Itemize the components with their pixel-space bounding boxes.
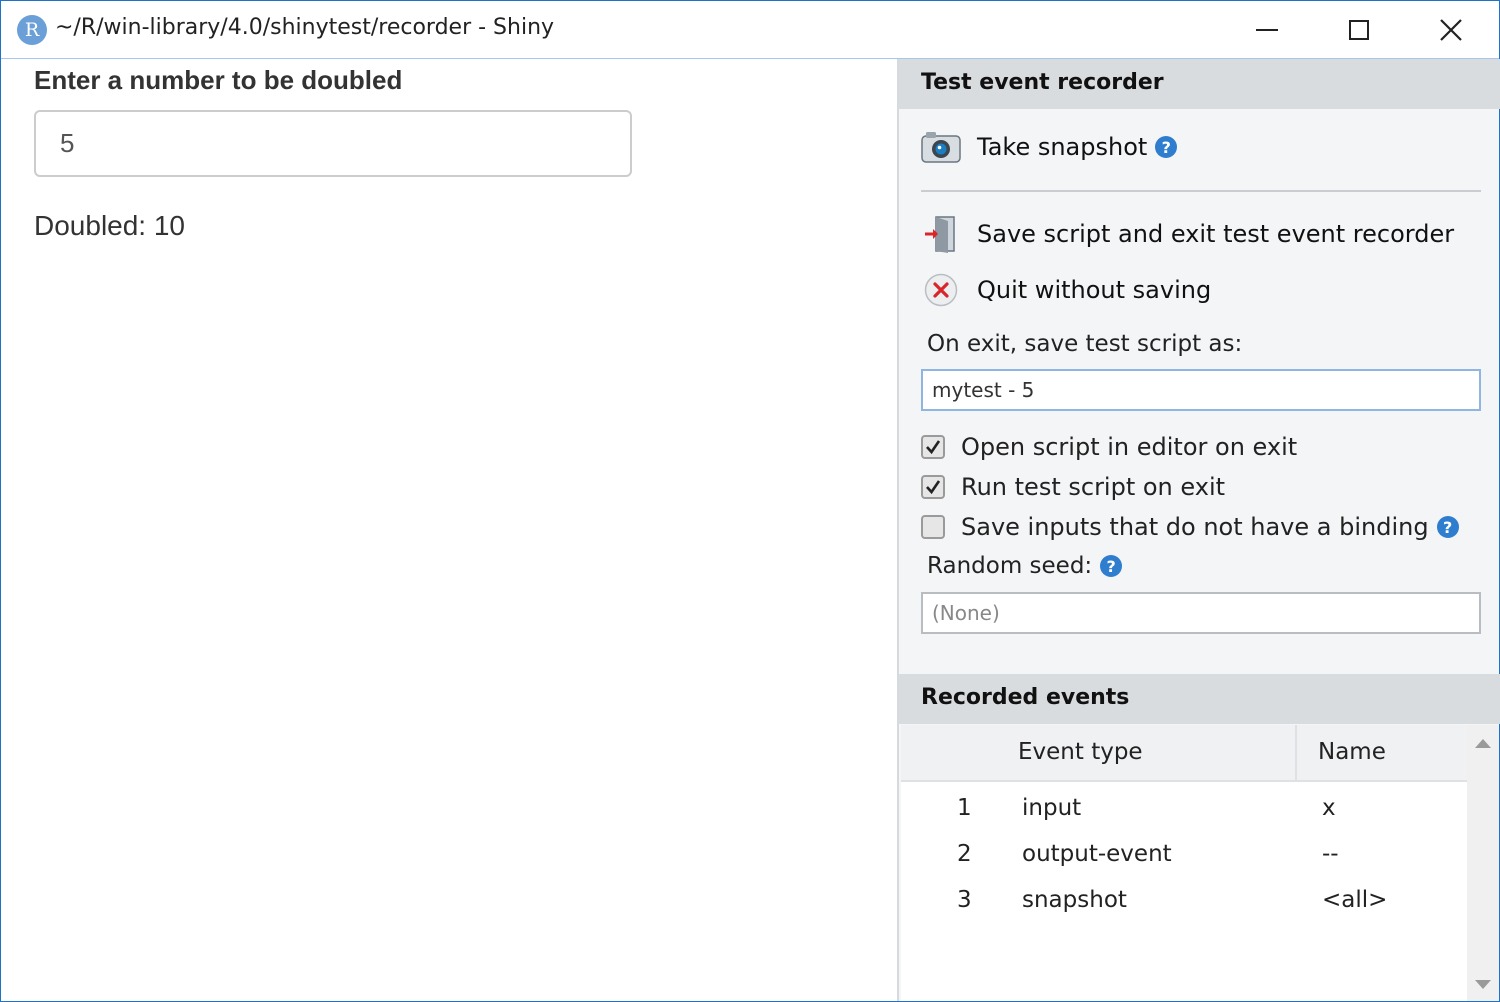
events-table: Event type Name 1 input x 2 output-event… <box>901 725 1467 1001</box>
row-number: 2 <box>957 841 972 867</box>
save-exit-label: Save script and exit test event recorder <box>977 220 1455 248</box>
column-header-name[interactable]: Name <box>1318 739 1386 765</box>
row-number: 1 <box>957 795 972 821</box>
close-icon <box>1440 19 1462 41</box>
quit-button[interactable]: Quit without saving <box>921 270 1211 310</box>
take-snapshot-label: Take snapshot <box>977 133 1148 161</box>
recorder-panel: Test event recorder Take snapshot ? Save… <box>897 59 1500 1001</box>
column-divider[interactable] <box>1295 725 1297 782</box>
quit-label: Quit without saving <box>977 276 1212 304</box>
events-scrollbar[interactable] <box>1467 725 1499 1001</box>
event-name-cell: <all> <box>1322 887 1388 913</box>
minimize-button[interactable] <box>1221 5 1313 55</box>
checkbox-save-unbound-inputs[interactable]: Save inputs that do not have a binding ? <box>921 513 1459 541</box>
number-input[interactable] <box>34 110 632 177</box>
event-type-cell: snapshot <box>1022 887 1127 913</box>
table-row[interactable]: 3 snapshot <all> <box>901 879 1467 925</box>
event-name-cell: x <box>1322 795 1336 821</box>
scroll-up-icon[interactable] <box>1475 739 1491 748</box>
random-seed-label: Random seed: ? <box>927 553 1123 579</box>
take-snapshot-button[interactable]: Take snapshot ? <box>921 127 1178 167</box>
script-name-input[interactable] <box>921 369 1481 411</box>
random-seed-text: Random seed: <box>927 553 1093 579</box>
maximize-icon <box>1349 20 1369 40</box>
checkbox-run-test[interactable]: Run test script on exit <box>921 473 1225 501</box>
checkmark-icon <box>926 440 941 455</box>
table-row[interactable]: 2 output-event -- <box>901 833 1467 879</box>
red-x-icon <box>921 270 961 310</box>
divider <box>921 190 1481 192</box>
checkmark-icon <box>926 480 941 495</box>
save-exit-button[interactable]: Save script and exit test event recorder <box>921 214 1454 254</box>
checkbox-label: Run test script on exit <box>961 473 1226 501</box>
maximize-button[interactable] <box>1313 5 1405 55</box>
row-number: 3 <box>957 887 972 913</box>
checkbox-open-editor[interactable]: Open script in editor on exit <box>921 433 1297 461</box>
scroll-down-icon[interactable] <box>1475 980 1491 989</box>
checkbox-label: Open script in editor on exit <box>961 433 1298 461</box>
recorded-events-title: Recorded events <box>921 685 1130 710</box>
save-as-label: On exit, save test script as: <box>927 331 1243 357</box>
app-main-area: Enter a number to be doubled Doubled: 10 <box>1 59 897 1001</box>
recorder-title: Test event recorder <box>921 70 1164 95</box>
checkbox[interactable] <box>921 515 945 539</box>
close-window-button[interactable] <box>1405 5 1497 55</box>
minimize-icon <box>1256 29 1278 31</box>
table-row[interactable]: 1 input x <box>901 787 1467 833</box>
camera-icon <box>921 127 961 167</box>
event-type-cell: output-event <box>1022 841 1172 867</box>
random-seed-input[interactable] <box>921 592 1481 634</box>
recorded-events-header: Recorded events <box>899 674 1500 724</box>
doubled-output: Doubled: 10 <box>34 210 186 241</box>
help-icon[interactable]: ? <box>1100 555 1123 577</box>
help-icon[interactable]: ? <box>1436 516 1459 538</box>
checkbox[interactable] <box>921 475 945 499</box>
event-name-cell: -- <box>1322 841 1339 867</box>
column-header-event-type[interactable]: Event type <box>1018 739 1143 765</box>
r-logo-icon: R <box>17 15 47 45</box>
recorder-header: Test event recorder <box>899 59 1500 109</box>
table-header: Event type Name <box>901 725 1467 782</box>
number-input-label: Enter a number to be doubled <box>34 65 403 95</box>
checkbox[interactable] <box>921 435 945 459</box>
help-icon[interactable]: ? <box>1155 136 1178 158</box>
checkbox-label: Save inputs that do not have a binding <box>961 513 1429 541</box>
event-type-cell: input <box>1022 795 1082 821</box>
exit-door-icon <box>921 214 961 254</box>
window-title: ~/R/win-library/4.0/shinytest/recorder -… <box>55 15 555 40</box>
app-window: R ~/R/win-library/4.0/shinytest/recorder… <box>0 0 1500 1002</box>
title-bar[interactable]: R ~/R/win-library/4.0/shinytest/recorder… <box>1 1 1499 59</box>
